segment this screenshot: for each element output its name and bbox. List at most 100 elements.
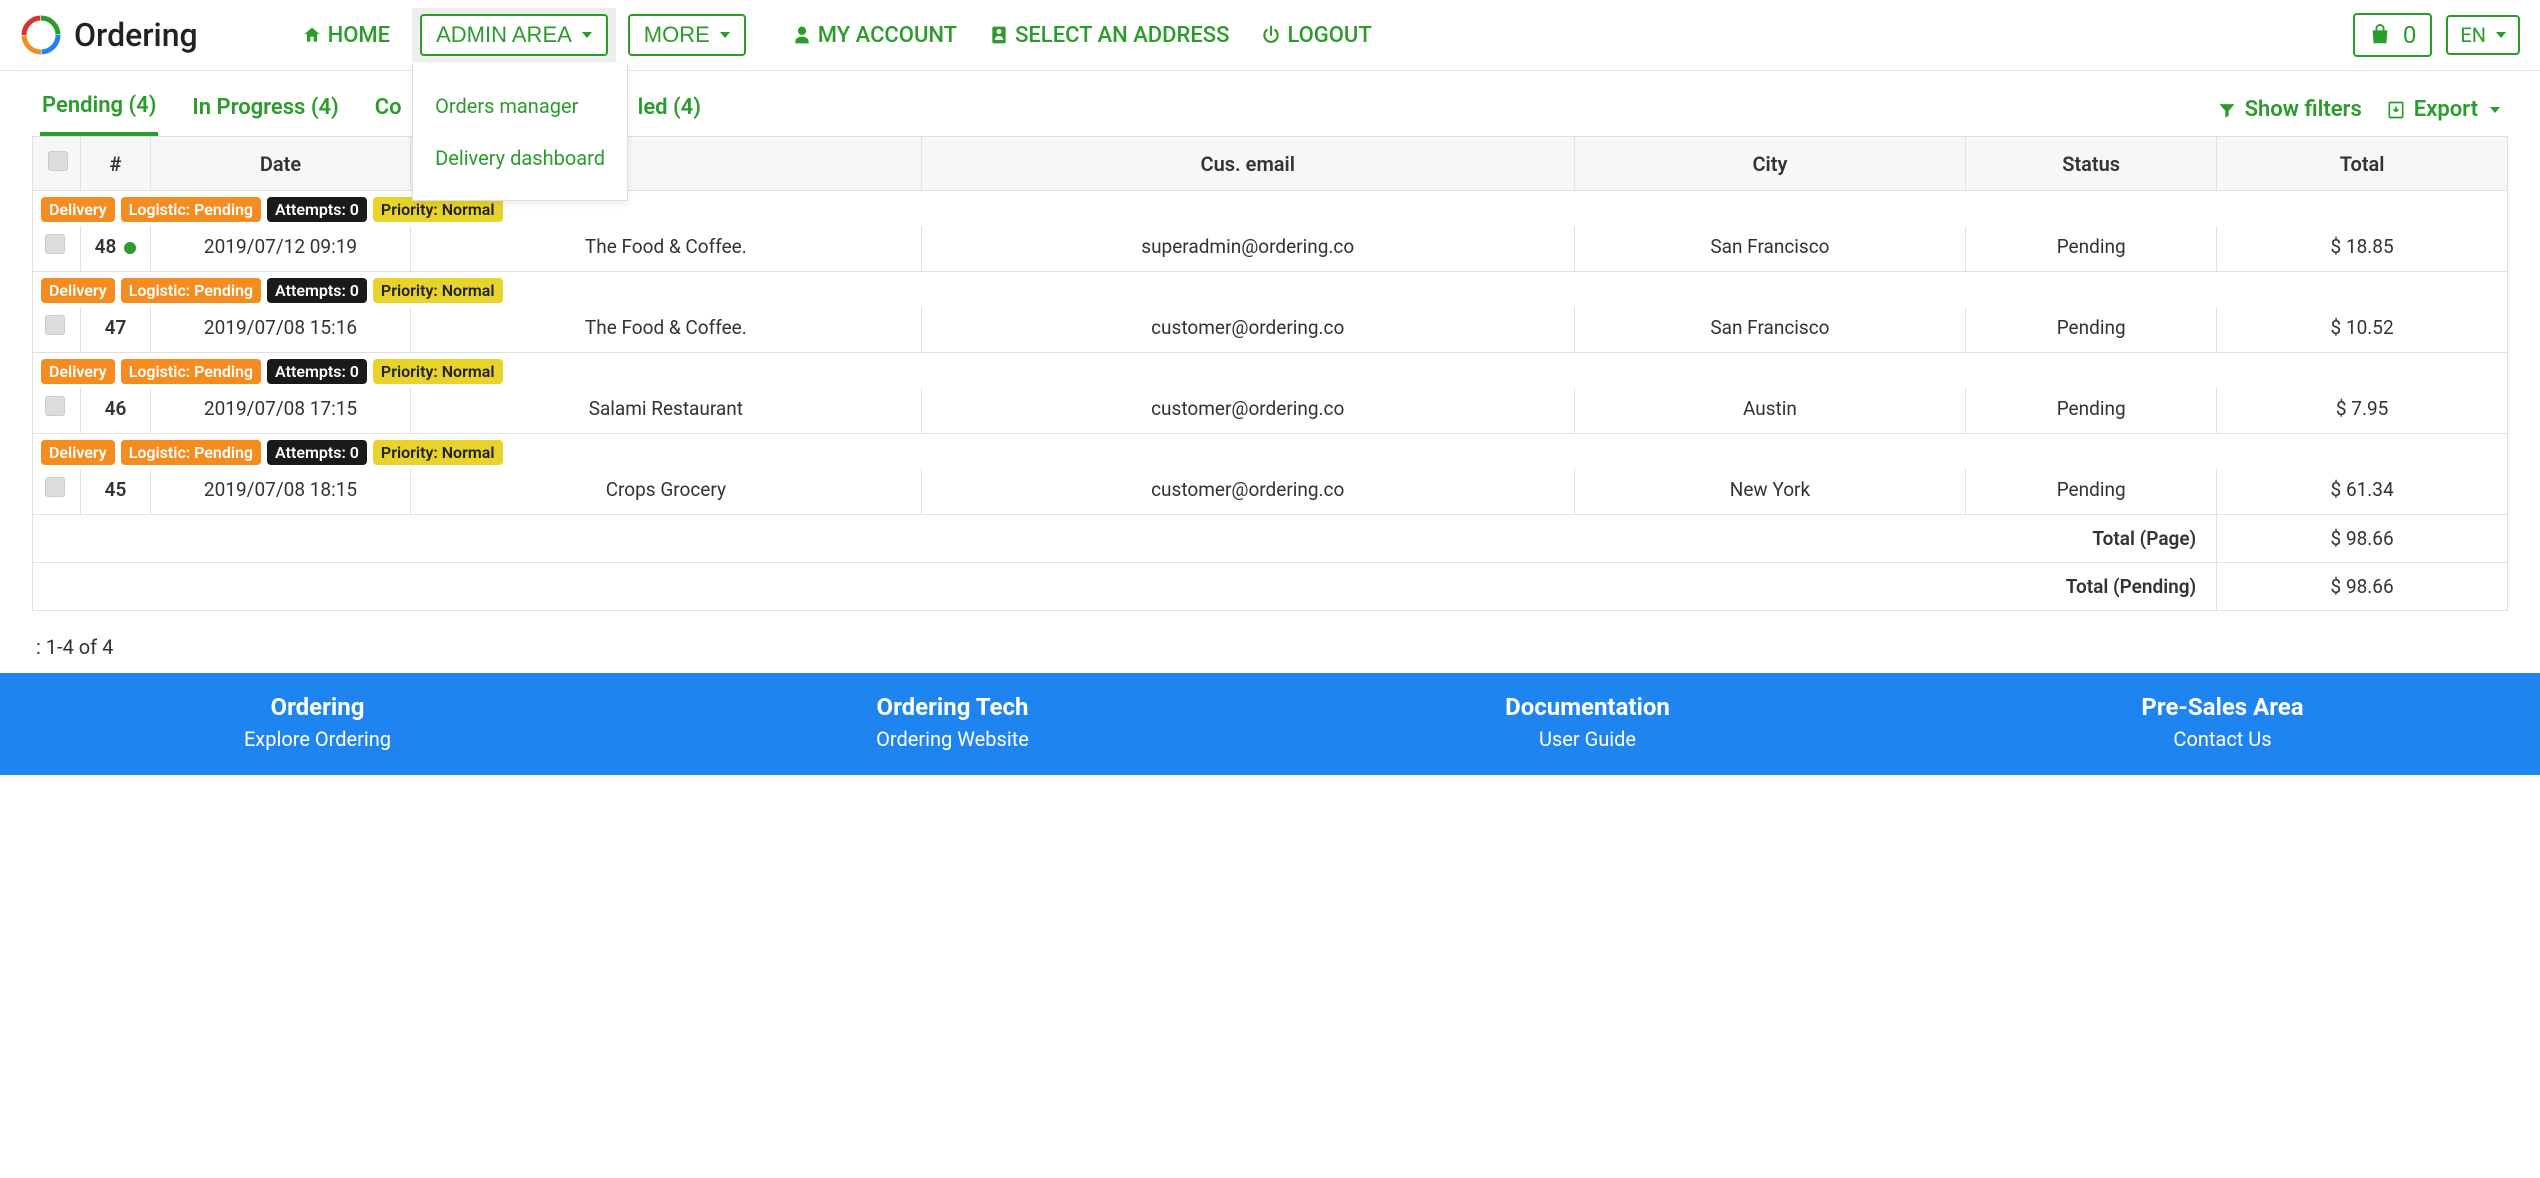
order-badges: Delivery Logistic: Pending Attempts: 0 P… — [41, 359, 2499, 384]
cart-count: 0 — [2403, 21, 2417, 49]
row-checkbox[interactable] — [45, 315, 65, 335]
order-total: $ 18.85 — [2217, 226, 2508, 272]
row-checkbox[interactable] — [45, 396, 65, 416]
table-row[interactable]: 47 2019/07/08 15:16 The Food & Coffee. c… — [33, 307, 2508, 353]
tab-pending[interactable]: Pending (4) — [40, 83, 158, 136]
order-email: customer@ordering.co — [921, 388, 1574, 434]
order-email: customer@ordering.co — [921, 469, 1574, 515]
order-number: 47 — [81, 307, 151, 353]
export-icon — [2386, 100, 2406, 120]
nav-admin-area[interactable]: ADMIN AREA — [420, 14, 608, 56]
table-row-badges: Delivery Logistic: Pending Attempts: 0 P… — [33, 434, 2508, 470]
cart-button[interactable]: 0 — [2353, 13, 2433, 57]
col-city: City — [1574, 137, 1965, 191]
footer-link-contact-us[interactable]: Contact Us — [1905, 727, 2540, 751]
row-checkbox[interactable] — [45, 477, 65, 497]
badge-attempts: Attempts: 0 — [267, 440, 367, 465]
order-city: San Francisco — [1574, 226, 1965, 272]
row-checkbox[interactable] — [45, 234, 65, 254]
order-total: $ 7.95 — [2217, 388, 2508, 434]
caret-down-icon — [720, 32, 730, 38]
footer-col-tech: Ordering Tech Ordering Website — [635, 693, 1270, 751]
footer-col-presales: Pre-Sales Area Contact Us — [1905, 693, 2540, 751]
table-row[interactable]: 45 2019/07/08 18:15 Crops Grocery custom… — [33, 469, 2508, 515]
language-selector[interactable]: EN — [2446, 15, 2520, 55]
badge-logistic: Logistic: Pending — [121, 278, 261, 303]
total-page-row: Total (Page) $ 98.66 — [33, 515, 2508, 563]
order-email: superadmin@ordering.co — [921, 226, 1574, 272]
tab-completed[interactable]: Co — [373, 85, 404, 134]
badge-attempts: Attempts: 0 — [267, 359, 367, 384]
tab-in-progress[interactable]: In Progress (4) — [190, 85, 340, 134]
nav-admin-area-label: ADMIN AREA — [436, 22, 572, 48]
nav-my-account[interactable]: MY ACCOUNT — [782, 17, 967, 54]
orders-table-wrap: # Date Cus. email City Status Total Deli… — [0, 136, 2540, 621]
table-row[interactable]: 46 2019/07/08 17:15 Salami Restaurant cu… — [33, 388, 2508, 434]
nav-my-account-label: MY ACCOUNT — [818, 23, 957, 48]
footer-link-ordering-website[interactable]: Ordering Website — [635, 727, 1270, 751]
footer-link-explore-ordering[interactable]: Explore Ordering — [0, 727, 635, 751]
badge-logistic: Logistic: Pending — [121, 197, 261, 222]
nav-logout-label: LOGOUT — [1287, 23, 1371, 48]
caret-down-icon — [582, 32, 592, 38]
col-email: Cus. email — [921, 137, 1574, 191]
show-filters[interactable]: Show filters — [2217, 97, 2362, 122]
footer-title: Pre-Sales Area — [1905, 693, 2540, 721]
select-all-checkbox[interactable] — [48, 151, 68, 171]
pagination: : 1-4 of 4 — [0, 621, 2540, 673]
table-row[interactable]: 48 2019/07/12 09:19 The Food & Coffee. s… — [33, 226, 2508, 272]
order-badges: Delivery Logistic: Pending Attempts: 0 P… — [41, 278, 2499, 303]
right-nav: 0 EN — [2353, 13, 2520, 57]
export-label: Export — [2414, 97, 2478, 122]
order-status: Pending — [1966, 226, 2217, 272]
order-status: Pending — [1966, 388, 2217, 434]
nav-logout[interactable]: LOGOUT — [1251, 17, 1381, 54]
tab-cancelled[interactable]: led (4) — [636, 85, 703, 134]
total-status-label: Total (Pending) — [33, 563, 2217, 611]
footer-col-docs: Documentation User Guide — [1270, 693, 1905, 751]
orders-table: # Date Cus. email City Status Total Deli… — [32, 136, 2508, 611]
order-badges: Delivery Logistic: Pending Attempts: 0 P… — [41, 197, 2499, 222]
show-filters-label: Show filters — [2245, 97, 2362, 122]
language-label: EN — [2460, 23, 2486, 47]
order-business: The Food & Coffee. — [411, 226, 922, 272]
nav-select-address[interactable]: SELECT AN ADDRESS — [979, 17, 1239, 54]
nav-more-label: MORE — [644, 22, 710, 48]
nav-admin-area-wrap: ADMIN AREA Orders manager Delivery dashb… — [412, 8, 616, 62]
brand-name: Ordering — [74, 16, 198, 54]
user-icon — [792, 25, 812, 45]
filter-icon — [2217, 100, 2237, 120]
tabs-actions: Show filters Export — [2217, 97, 2500, 122]
badge-delivery: Delivery — [41, 440, 115, 465]
footer-title: Ordering Tech — [635, 693, 1270, 721]
order-date: 2019/07/08 15:16 — [151, 307, 411, 353]
badge-priority: Priority: Normal — [373, 359, 503, 384]
order-business: Salami Restaurant — [411, 388, 922, 434]
nav-select-address-label: SELECT AN ADDRESS — [1015, 23, 1229, 48]
export[interactable]: Export — [2386, 97, 2500, 122]
caret-down-icon — [2490, 107, 2500, 113]
tabs-row: Pending (4) In Progress (4) Co led (4) S… — [0, 71, 2540, 136]
order-business: Crops Grocery — [411, 469, 922, 515]
order-date: 2019/07/12 09:19 — [151, 226, 411, 272]
col-total: Total — [2217, 137, 2508, 191]
badge-delivery: Delivery — [41, 359, 115, 384]
badge-delivery: Delivery — [41, 197, 115, 222]
order-status: Pending — [1966, 469, 2217, 515]
order-email: customer@ordering.co — [921, 307, 1574, 353]
order-city: San Francisco — [1574, 307, 1965, 353]
order-number: 45 — [81, 469, 151, 515]
dropdown-delivery-dashboard[interactable]: Delivery dashboard — [413, 132, 627, 184]
footer-link-user-guide[interactable]: User Guide — [1270, 727, 1905, 751]
badge-logistic: Logistic: Pending — [121, 440, 261, 465]
table-row-badges: Delivery Logistic: Pending Attempts: 0 P… — [33, 353, 2508, 389]
total-status-value: $ 98.66 — [2217, 563, 2508, 611]
brand-logo[interactable]: Ordering — [20, 14, 198, 56]
order-business: The Food & Coffee. — [411, 307, 922, 353]
order-date: 2019/07/08 17:15 — [151, 388, 411, 434]
nav-more[interactable]: MORE — [628, 14, 746, 56]
dropdown-orders-manager[interactable]: Orders manager — [413, 80, 627, 132]
badge-attempts: Attempts: 0 — [267, 278, 367, 303]
badge-delivery: Delivery — [41, 278, 115, 303]
nav-home[interactable]: HOME — [292, 17, 400, 54]
